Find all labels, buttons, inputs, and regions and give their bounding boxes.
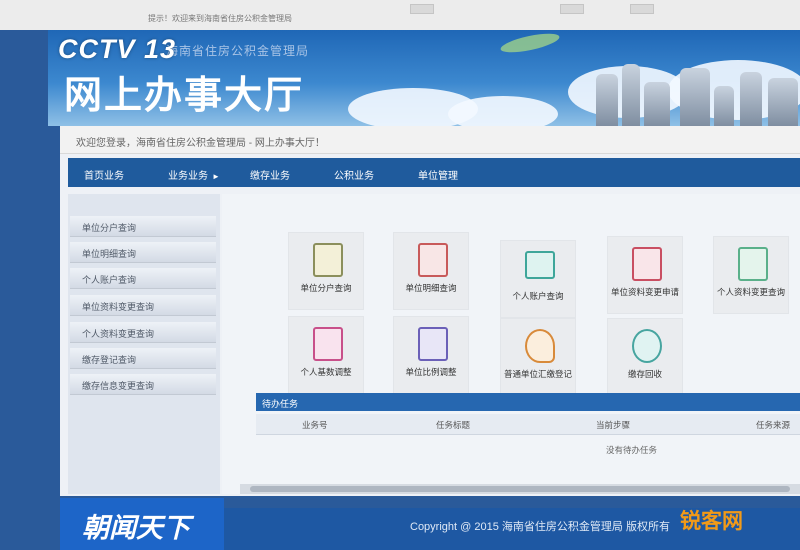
leaf-decoration <box>499 30 561 57</box>
arrow-right-icon: ► <box>212 172 220 181</box>
nav-item-active[interactable]: 业务业务 ► <box>168 167 220 182</box>
left-menu-label: 单位明细查询 <box>82 249 137 259</box>
nav-item[interactable]: 公积业务 <box>334 167 374 182</box>
left-menu-item[interactable]: 缴存信息变更查询 <box>70 374 216 395</box>
column-header[interactable]: 任务来源 <box>756 419 790 431</box>
browser-button[interactable] <box>410 4 434 14</box>
tile-label: 单位比例调整 <box>405 367 457 377</box>
ledger-icon <box>313 243 343 277</box>
calendar-icon <box>313 327 343 361</box>
left-menu-item[interactable]: 单位明细查询 <box>70 242 216 263</box>
nav-item[interactable]: 缴存业务 <box>250 167 290 182</box>
tile-label: 个人资料变更查询 <box>716 287 785 297</box>
main-nav: 首页业务 业务业务 ► 缴存业务 公积业务 单位管理 <box>68 158 800 187</box>
column-header[interactable]: 当前步骤 <box>596 419 630 431</box>
cctv-logo: CCTV 13 <box>58 34 177 64</box>
nav-item[interactable]: 单位管理 <box>418 167 458 182</box>
feather-pen-icon <box>525 329 555 363</box>
pending-tasks-header: 待办任务 <box>256 393 800 411</box>
nav-item-label: 业务业务 <box>168 171 208 182</box>
column-header[interactable]: 任务标题 <box>436 419 470 431</box>
browser-button[interactable] <box>560 4 584 14</box>
left-menu-label: 单位分户查询 <box>82 223 137 233</box>
table-header: 业务号 任务标题 当前步骤 任务来源 <box>256 414 800 435</box>
nav-item[interactable]: 首页业务 <box>84 167 124 182</box>
tile-label: 普通单位汇缴登记 <box>503 369 572 379</box>
column-header[interactable]: 业务号 <box>302 419 328 431</box>
tile-label: 缴存回收 <box>627 369 662 379</box>
left-menu-item[interactable]: 单位资料变更查询 <box>70 295 216 316</box>
tile-label: 单位资料变更申请 <box>610 287 679 297</box>
browser-tab-text[interactable]: 提示！欢迎来到海南省住房公积金管理局 <box>148 13 292 24</box>
left-menu <box>68 194 220 494</box>
chart-document-icon <box>418 327 448 361</box>
banner-title: 网上办事大厅 <box>64 75 305 117</box>
tile-unit-detail-query[interactable]: 单位明细查询 <box>393 232 469 310</box>
welcome-bar: 欢迎您登录，海南省住房公积金管理局 - 网上办事大厅！ <box>60 126 800 154</box>
tile-personal-account-query[interactable]: 个人账户查询 <box>500 240 576 318</box>
tile-personal-info-change[interactable]: 个人资料变更查询 <box>713 236 789 314</box>
browser-top-bar: 提示！欢迎来到海南省住房公积金管理局 <box>0 0 800 30</box>
scrollbar-thumb[interactable] <box>250 486 790 492</box>
left-menu-label: 个人资料变更查询 <box>82 329 155 339</box>
tile-label: 个人基数调整 <box>300 367 352 377</box>
tile-label: 单位明细查询 <box>405 283 457 293</box>
banner-subtitle: 海南省住房公积金管理局 <box>166 44 310 58</box>
left-menu-label: 缴存信息变更查询 <box>82 381 155 391</box>
horizontal-scrollbar[interactable] <box>240 484 800 494</box>
empty-message: 没有待办任务 <box>606 445 658 455</box>
left-menu-item[interactable]: 缴存登记查询 <box>70 348 216 369</box>
left-menu-label: 单位资料变更查询 <box>82 302 155 312</box>
program-name: 朝闻天下 <box>82 513 190 543</box>
tile-unit-info-change[interactable]: 单位资料变更申请 <box>607 236 683 314</box>
tile-label: 单位分户查询 <box>300 283 352 293</box>
tile-unit-ratio-adjust[interactable]: 单位比例调整 <box>393 316 469 394</box>
form-edit-icon <box>632 247 662 281</box>
tile-label: 个人账户查询 <box>512 291 564 301</box>
left-menu-item[interactable]: 个人资料变更查询 <box>70 322 216 343</box>
left-menu-label: 缴存登记查询 <box>82 355 137 365</box>
list-document-icon <box>738 247 768 281</box>
browser-button[interactable] <box>630 4 654 14</box>
welcome-text: 欢迎您登录，海南省住房公积金管理局 - 网上办事大厅！ <box>76 138 325 149</box>
card-search-icon <box>525 251 555 279</box>
program-logo: 朝闻天下 <box>60 498 224 550</box>
tile-unit-remit-register[interactable]: 普通单位汇缴登记 <box>500 318 576 396</box>
tile-deposit-recycle[interactable]: 缴存回收 <box>607 318 683 396</box>
tile-unit-account-query[interactable]: 单位分户查询 <box>288 232 364 310</box>
tile-personal-base-adjust[interactable]: 个人基数调整 <box>288 316 364 394</box>
document-search-icon <box>418 243 448 277</box>
left-menu-label: 个人账户查询 <box>82 275 137 285</box>
left-menu-item[interactable]: 个人账户查询 <box>70 268 216 289</box>
table-row: 没有待办任务 <box>256 436 800 466</box>
recycle-icon <box>632 329 662 363</box>
watermark: 锐客网 <box>680 510 743 533</box>
copyright-text: Copyright @ 2015 海南省住房公积金管理局 版权所有 <box>410 521 670 533</box>
section-title: 待办任务 <box>262 399 299 409</box>
left-menu-item[interactable]: 单位分户查询 <box>70 216 216 237</box>
